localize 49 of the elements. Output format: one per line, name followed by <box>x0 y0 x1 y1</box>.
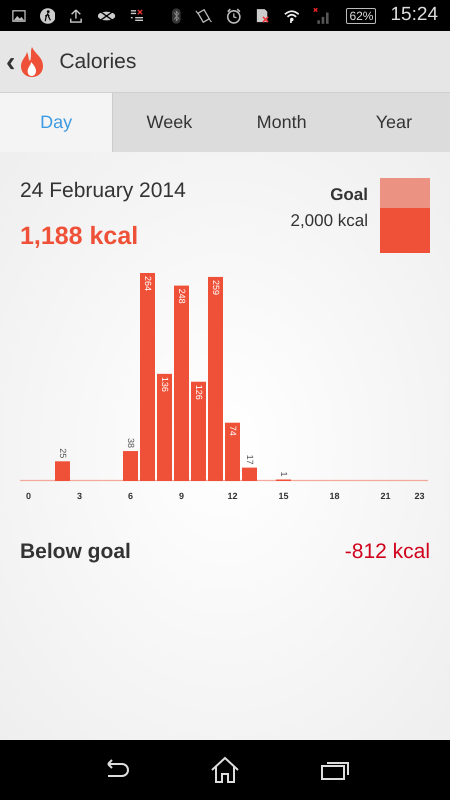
screen-title: Calories <box>59 48 136 75</box>
axis-tick-label: 12 <box>228 490 238 500</box>
date-label: 24 February 2014 <box>20 178 186 204</box>
axis-tick-label: 0 <box>26 490 31 500</box>
bar-value-label: 38 <box>126 438 136 448</box>
walking-person-icon <box>40 6 56 24</box>
goal-value: 2,000 kcal <box>290 210 368 232</box>
axis-tick-label: 23 <box>414 490 424 500</box>
calorie-total: 1,188 kcal <box>20 221 140 252</box>
bar <box>225 422 240 480</box>
result-label: Below goal <box>20 538 131 564</box>
bar <box>55 460 70 480</box>
bar-value-label: 136 <box>160 376 170 392</box>
goal-label: Goal <box>330 184 368 206</box>
alarm-clock-icon <box>226 6 242 24</box>
upload-icon <box>69 6 84 24</box>
picture-icon <box>12 8 26 22</box>
bar-value-label: 259 <box>211 279 222 294</box>
axis-tick-label: 21 <box>380 490 390 500</box>
sd-card-cross-icon <box>256 6 270 24</box>
bar-value-label: 17 <box>245 454 256 464</box>
bar <box>123 450 138 480</box>
bar-value-label: 1 <box>279 470 290 476</box>
battery-indicator: 62% <box>346 8 376 24</box>
crossed-device-icon <box>97 8 116 22</box>
bluetooth-icon <box>172 6 181 24</box>
home-icon[interactable] <box>208 756 241 784</box>
flame-icon <box>19 46 46 78</box>
recent-apps-icon[interactable] <box>320 759 350 781</box>
bar-value-label: 248 <box>177 288 188 304</box>
period-tab[interactable]: Week <box>113 93 226 152</box>
list-cross-icon <box>130 8 144 24</box>
period-tab[interactable]: Month <box>226 93 338 152</box>
clock-time: 15:24 <box>390 3 438 28</box>
bar-value-label: 126 <box>194 384 204 400</box>
bar-value-label: 264 <box>143 276 154 291</box>
period-tab[interactable]: Year <box>338 93 450 152</box>
bar-value-label: 74 <box>228 425 238 436</box>
back-button[interactable]: ‹ <box>6 48 16 76</box>
axis-tick-label: 15 <box>278 490 288 500</box>
rotation-icon <box>194 6 212 24</box>
bar-value-label: 25 <box>58 448 68 458</box>
axis-tick-label: 18 <box>330 490 340 500</box>
result-value: -812 kcal <box>344 538 430 564</box>
axis-tick-label: 6 <box>128 490 133 500</box>
axis-tick-label: 9 <box>179 490 184 500</box>
bar <box>242 467 257 480</box>
wifi-icon <box>284 8 300 24</box>
axis-tick-label: 3 <box>77 490 82 500</box>
